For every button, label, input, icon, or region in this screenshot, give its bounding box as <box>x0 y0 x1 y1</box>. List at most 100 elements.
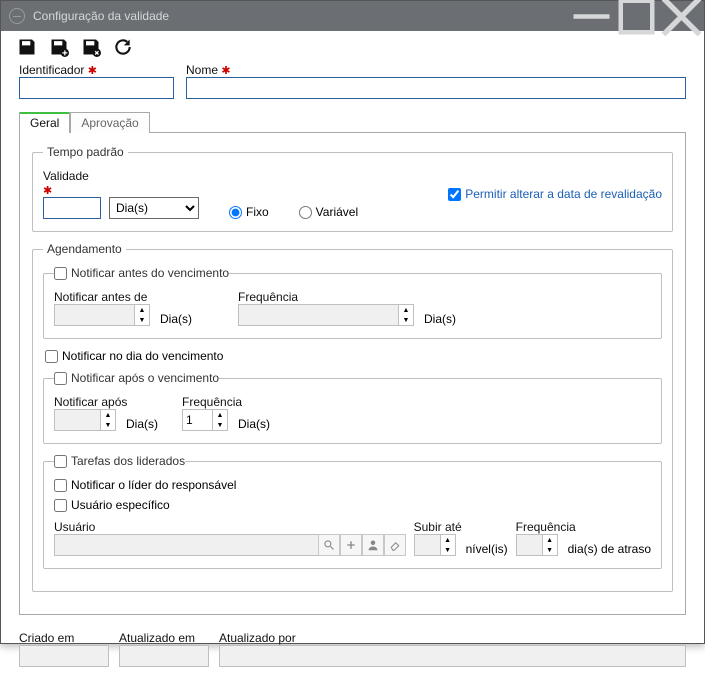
check-notificar-lider[interactable]: Notificar o líder do responsável <box>54 478 651 492</box>
spin-up-icon: ▲ <box>101 410 115 420</box>
spin-frequencia-apos-input[interactable] <box>182 409 212 431</box>
floppy-icon <box>17 37 37 57</box>
field-notificar-apos: Notificar após ▲▼ Dia(s) <box>54 395 158 431</box>
refresh-button[interactable] <box>111 35 135 59</box>
group-tarefas-liderados: Tarefas dos liderados Notificar o líder … <box>43 454 662 569</box>
spin-down-icon: ▼ <box>101 420 115 430</box>
subir-ate-label: Subir até <box>414 520 508 534</box>
close-button[interactable] <box>659 1 704 31</box>
tempo-padrao-legend: Tempo padrão <box>43 145 128 159</box>
usuario-clear-button[interactable] <box>384 534 406 556</box>
maximize-button[interactable] <box>614 1 659 31</box>
check-tarefas-liderados[interactable] <box>54 455 67 468</box>
check-notificar-lider-input[interactable] <box>54 479 67 492</box>
spin-subir-ate: ▲▼ <box>414 534 456 556</box>
notificar-apos-label: Notificar após <box>54 395 158 409</box>
radio-variavel-input[interactable] <box>299 206 312 219</box>
unit-nivel: nível(is) <box>466 542 508 556</box>
check-notificar-no-dia[interactable]: Notificar no dia do vencimento <box>45 349 662 363</box>
user-icon <box>367 539 379 551</box>
content: Identificador ✱ Nome ✱ Geral Aprovação T… <box>1 63 704 623</box>
frequencia-apos-label: Frequência <box>182 395 270 409</box>
nome-input[interactable] <box>186 77 686 99</box>
spin-ctrl: ▲▼ <box>134 304 150 326</box>
criado-em-label: Criado em <box>19 631 109 645</box>
check-permitir-label: Permitir alterar a data de revalidação <box>465 187 662 201</box>
spin-frequencia-apos[interactable]: ▲▼ <box>182 409 228 431</box>
field-frequencia-antes: Frequência ▲▼ Dia(s) <box>238 290 456 326</box>
spin-ctrl: ▲▼ <box>398 304 414 326</box>
refresh-icon <box>113 37 133 57</box>
usuario-user-button[interactable] <box>362 534 384 556</box>
eraser-icon <box>389 539 401 551</box>
field-nome: Nome ✱ <box>186 63 686 99</box>
check-usuario-especifico-label: Usuário específico <box>71 498 170 512</box>
field-identificador: Identificador ✱ <box>19 63 174 99</box>
plus-icon <box>345 539 357 551</box>
save-new-button[interactable] <box>47 35 71 59</box>
save-close-button[interactable] <box>79 35 103 59</box>
frequencia-atraso-label: Frequência <box>516 520 651 534</box>
spin-down-icon[interactable]: ▼ <box>213 420 227 430</box>
spin-up-icon: ▲ <box>543 535 557 545</box>
tab-geral[interactable]: Geral <box>19 112 70 133</box>
search-icon <box>323 539 335 551</box>
radio-fixo[interactable]: Fixo <box>229 205 269 219</box>
spin-frequencia-antes: ▲▼ <box>238 304 414 326</box>
radio-variavel[interactable]: Variável <box>299 205 358 219</box>
spin-up-icon[interactable]: ▲ <box>213 410 227 420</box>
spin-up-icon: ▲ <box>441 535 455 545</box>
nome-label: Nome ✱ <box>186 63 686 77</box>
unit-dias: Dia(s) <box>238 417 270 431</box>
check-notificar-antes[interactable] <box>54 267 67 280</box>
required-mark: ✱ <box>43 185 52 197</box>
identificador-label: Identificador ✱ <box>19 63 174 77</box>
group-notificar-antes: Notificar antes do vencimento Notificar … <box>43 266 662 339</box>
unit-dias: Dia(s) <box>160 312 192 326</box>
spin-frequencia-atraso: ▲▼ <box>516 534 558 556</box>
check-notificar-antes-label: Notificar antes do vencimento <box>71 266 229 280</box>
spin-up-icon: ▲ <box>135 305 149 315</box>
atualizado-em-label: Atualizado em <box>119 631 209 645</box>
footer: Criado em Atualizado em Atualizado por <box>1 623 704 689</box>
tab-aprovacao[interactable]: Aprovação <box>70 112 149 133</box>
spin-frequencia-antes-input <box>238 304 398 326</box>
spin-ctrl: ▲▼ <box>440 534 456 556</box>
check-permitir-input[interactable] <box>448 188 461 201</box>
check-notificar-lider-label: Notificar o líder do responsável <box>71 478 236 492</box>
check-usuario-especifico-input[interactable] <box>54 499 67 512</box>
minimize-button[interactable] <box>569 1 614 31</box>
spin-up-icon: ▲ <box>399 305 413 315</box>
spin-frequencia-atraso-input <box>516 534 542 556</box>
frequencia-label: Frequência <box>238 290 456 304</box>
save-button[interactable] <box>15 35 39 59</box>
validade-unit-select[interactable]: Dia(s) <box>109 197 199 219</box>
check-notificar-no-dia-input[interactable] <box>45 350 58 363</box>
window-buttons <box>569 1 704 31</box>
check-permitir-revalidacao[interactable]: Permitir alterar a data de revalidação <box>448 187 662 201</box>
floppy-plus-icon <box>49 37 69 57</box>
usuario-add-button[interactable] <box>340 534 362 556</box>
check-notificar-apos[interactable] <box>54 372 67 385</box>
radio-variavel-label: Variável <box>316 205 358 219</box>
validade-input[interactable] <box>43 197 101 219</box>
spin-ctrl[interactable]: ▲▼ <box>212 409 228 431</box>
radio-fixo-input[interactable] <box>229 206 242 219</box>
spin-down-icon: ▼ <box>135 315 149 325</box>
unit-dias: Dia(s) <box>126 417 158 431</box>
spin-subir-ate-input <box>414 534 440 556</box>
identificador-input[interactable] <box>19 77 174 99</box>
unit-dias: Dia(s) <box>424 312 456 326</box>
field-subir-ate: Subir até ▲▼ nível(is) <box>414 520 508 556</box>
tarefas-legend: Tarefas dos liderados <box>54 454 185 468</box>
group-agendamento: Agendamento Notificar antes do venciment… <box>32 242 673 592</box>
group-notificar-apos: Notificar após o vencimento Notificar ap… <box>43 371 662 444</box>
check-usuario-especifico[interactable]: Usuário específico <box>54 498 651 512</box>
required-mark: ✱ <box>221 65 230 77</box>
notificar-antes-legend: Notificar antes do vencimento <box>54 266 229 280</box>
usuario-search-button[interactable] <box>318 534 340 556</box>
check-tarefas-label: Tarefas dos liderados <box>71 454 185 468</box>
spin-notificar-apos: ▲▼ <box>54 409 116 431</box>
field-frequencia-apos: Frequência ▲▼ Dia(s) <box>182 395 270 431</box>
spin-notificar-antes: ▲▼ <box>54 304 150 326</box>
